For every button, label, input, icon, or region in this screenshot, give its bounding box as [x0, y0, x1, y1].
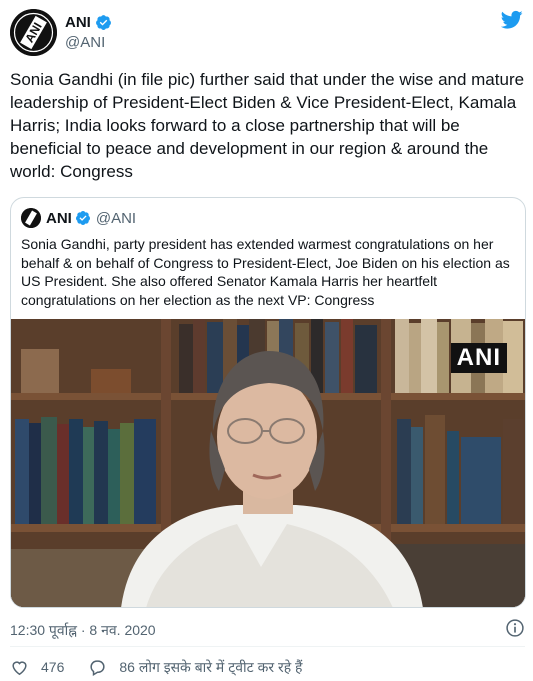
- conversation-text: 86 लोग इसके बारे में ट्वीट कर रहे हैं: [119, 658, 303, 675]
- verified-badge-icon: [75, 211, 90, 225]
- speech-bubble-icon: [90, 659, 105, 676]
- quoted-handle: @ANI: [95, 209, 137, 227]
- quoted-avatar: [21, 208, 41, 228]
- tweet-timestamp[interactable]: 12:30 पूर्वाह्न · 8 नव. 2020: [10, 621, 156, 640]
- author-name-row[interactable]: ANI: [65, 14, 112, 31]
- media-photo: [11, 319, 525, 607]
- quoted-tweet-text: Sonia Gandhi, party president has extend…: [21, 236, 510, 308]
- twitter-bird-icon[interactable]: [501, 10, 523, 30]
- tweet-header: ANI ANI @ANI: [10, 8, 525, 56]
- quoted-media-image[interactable]: ANI: [11, 319, 525, 607]
- divider: [10, 646, 525, 647]
- heart-icon: [12, 660, 27, 675]
- quoted-display-name: ANI: [46, 209, 72, 227]
- like-count: 476: [41, 659, 65, 675]
- info-icon[interactable]: [505, 618, 525, 638]
- author-display-name[interactable]: ANI: [65, 14, 91, 31]
- media-watermark: ANI: [450, 343, 507, 373]
- ani-logo: ANI: [10, 9, 57, 56]
- profile-avatar[interactable]: ANI: [10, 9, 57, 56]
- quoted-tweet-card[interactable]: ANI @ANI Sonia Gandhi, party president h…: [10, 197, 526, 608]
- ani-logo-small: [21, 208, 41, 228]
- tweet-actions: 476 86 लोग इसके बारे में ट्वीट कर रहे है…: [10, 656, 302, 678]
- tweet-text: Sonia Gandhi (in file pic) further said …: [10, 70, 525, 181]
- verified-badge-icon: [95, 15, 111, 30]
- conversation-link[interactable]: 86 लोग इसके बारे में ट्वीट कर रहे हैं: [88, 658, 302, 677]
- like-button[interactable]: 476: [10, 658, 64, 677]
- quoted-tweet-header: ANI @ANI: [21, 208, 136, 228]
- author-handle[interactable]: @ANI: [65, 34, 105, 51]
